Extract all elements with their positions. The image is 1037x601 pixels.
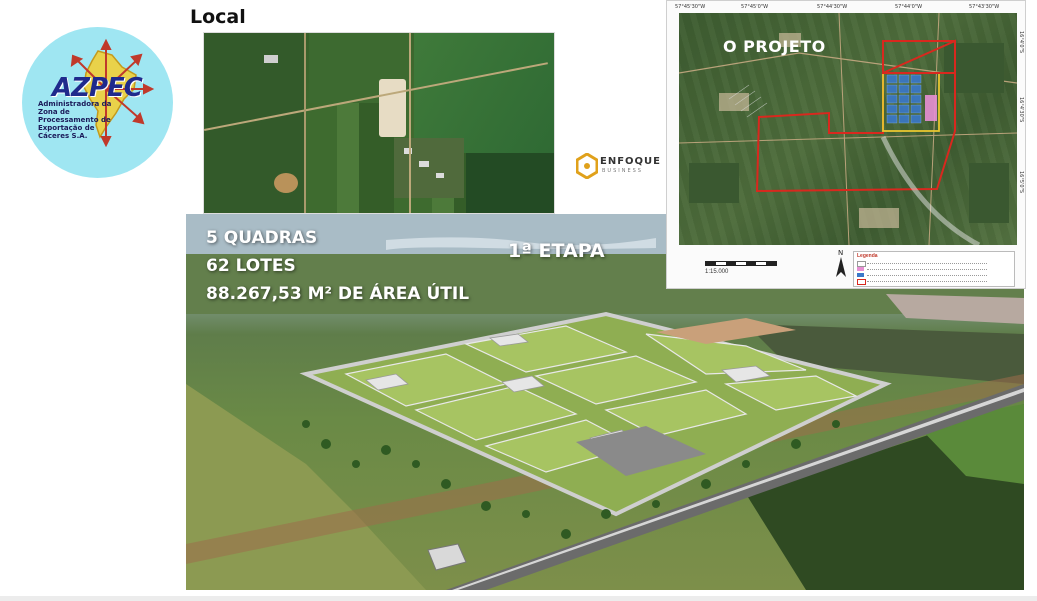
aerial-quadras-label: 5 QUADRAS <box>206 228 318 248</box>
hexagon-icon <box>575 152 599 180</box>
legend-row <box>857 279 1007 285</box>
coord-top-4: 57°44'0"W <box>895 4 923 10</box>
logo-wordmark: AZPEC <box>52 73 143 103</box>
legend-swatch <box>857 279 866 285</box>
aerial-lotes-label: 62 LOTES <box>206 256 296 276</box>
map-scale-bar <box>705 261 777 266</box>
legend-swatch <box>857 267 864 271</box>
legend-line <box>867 263 987 264</box>
enfoque-name: ENFOQUE <box>600 156 661 167</box>
legend-line <box>867 281 987 282</box>
north-arrow-icon: N <box>836 249 846 277</box>
logo-caption: Administradora da Zona de Processamento … <box>38 100 112 140</box>
map-scale-label: 1:15.000 <box>705 269 729 275</box>
bottom-strip <box>0 596 1037 601</box>
project-map-title: O PROJETO <box>723 37 826 56</box>
project-satellite-map: O PROJETO <box>679 13 1017 245</box>
legend-line <box>867 269 987 270</box>
coord-side-1: 16°4'0"S <box>1018 31 1024 54</box>
local-title: Local <box>190 6 246 28</box>
azpec-logo: AZPEC Administradora da Zona de Processa… <box>22 27 173 178</box>
map-legend: Legenda <box>853 251 1015 287</box>
coord-side-3: 16°5'0"S <box>1018 171 1024 194</box>
legend-title: Legenda <box>857 253 878 259</box>
project-map-panel: 57°45'30"W 57°45'0"W 57°44'30"W 57°44'0"… <box>666 0 1026 289</box>
legend-line <box>867 275 987 276</box>
legend-row <box>857 261 1007 267</box>
coord-side-2: 16°4'30"S <box>1018 97 1024 123</box>
coord-top-1: 57°45'30"W <box>675 4 706 10</box>
coord-top-2: 57°45'0"W <box>741 4 769 10</box>
local-satellite-photo <box>203 32 555 214</box>
coord-top-5: 57°43'30"W <box>969 4 1000 10</box>
legend-row <box>857 273 1007 278</box>
enfoque-business-logo: ENFOQUE BUSINESS <box>575 152 660 181</box>
legend-row <box>857 267 1007 272</box>
coord-top-3: 57°44'30"W <box>817 4 848 10</box>
enfoque-sub: BUSINESS <box>602 168 643 174</box>
aerial-phase-label: 1ª ETAPA <box>508 240 605 262</box>
legend-swatch <box>857 273 864 277</box>
svg-text:N: N <box>838 249 843 257</box>
aerial-area-label: 88.267,53 M² DE ÁREA ÚTIL <box>206 284 470 304</box>
